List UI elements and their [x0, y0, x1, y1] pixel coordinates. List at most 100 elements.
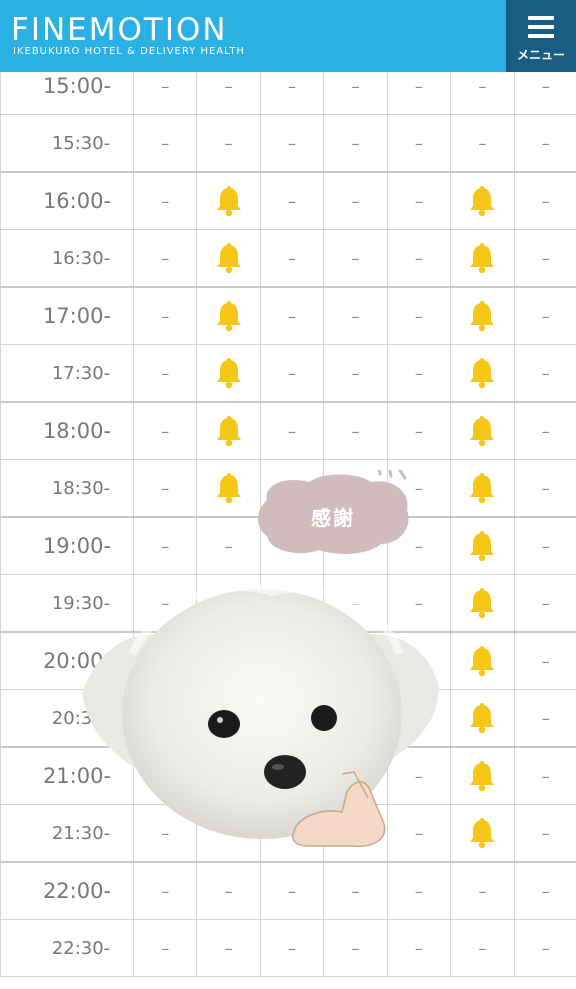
site-logo-subtitle: IKEBUKURO HOTEL & DELIVERY HEALTH [13, 46, 245, 57]
available-slot[interactable] [196, 459, 261, 518]
empty-mark: – [478, 938, 487, 958]
bell-icon [470, 646, 495, 677]
available-slot[interactable] [196, 344, 261, 403]
empty-slot: – [513, 344, 576, 403]
empty-slot: – [386, 171, 452, 230]
available-slot[interactable] [196, 171, 261, 230]
available-slot[interactable] [450, 804, 515, 863]
empty-slot: – [323, 229, 388, 288]
empty-slot: – [323, 919, 388, 977]
empty-slot: – [513, 229, 576, 288]
empty-mark: – [414, 363, 423, 383]
empty-mark: – [541, 593, 550, 613]
empty-mark: – [351, 363, 360, 383]
site-logo[interactable]: FINEMOTION [11, 13, 228, 47]
empty-mark: – [224, 76, 233, 96]
empty-mark: – [541, 478, 550, 498]
empty-slot: – [132, 114, 198, 173]
empty-mark: – [161, 881, 170, 901]
time-label: 22:30- [0, 919, 134, 977]
bell-icon [216, 301, 241, 332]
empty-slot: – [386, 919, 452, 977]
available-slot[interactable] [450, 401, 515, 460]
empty-slot: – [513, 171, 576, 230]
time-label: 18:00- [0, 401, 134, 460]
empty-slot: – [196, 919, 261, 977]
empty-mark: – [414, 478, 423, 498]
thanks-sticker: 感謝 [253, 462, 413, 558]
bell-icon [470, 473, 495, 504]
schedule-row: 16:30- – – – – – [0, 229, 576, 288]
schedule-row: 17:30- – – – – – [0, 344, 576, 403]
empty-slot: – [323, 344, 388, 403]
bell-icon [470, 358, 495, 389]
available-slot[interactable] [196, 229, 261, 288]
bell-icon [470, 416, 495, 447]
site-header: FINEMOTION IKEBUKURO HOTEL & DELIVERY HE… [0, 0, 576, 72]
empty-mark: – [288, 248, 297, 268]
bell-icon [470, 818, 495, 849]
empty-mark: – [541, 766, 550, 786]
empty-slot: – [259, 401, 325, 460]
empty-slot: – [132, 229, 198, 288]
empty-mark: – [414, 306, 423, 326]
time-label: 22:00- [0, 861, 134, 920]
available-slot[interactable] [450, 516, 515, 575]
empty-slot: – [386, 861, 452, 920]
empty-mark: – [351, 421, 360, 441]
available-slot[interactable] [450, 171, 515, 230]
empty-slot: – [513, 574, 576, 633]
bell-icon [470, 531, 495, 562]
empty-mark: – [161, 478, 170, 498]
available-slot[interactable] [450, 746, 515, 805]
bell-icon [470, 186, 495, 217]
empty-mark: – [161, 133, 170, 153]
available-slot[interactable] [450, 631, 515, 690]
bell-icon [470, 761, 495, 792]
empty-mark: – [478, 881, 487, 901]
empty-mark: – [161, 938, 170, 958]
empty-slot: – [259, 229, 325, 288]
time-label: 17:30- [0, 344, 134, 403]
empty-slot: – [132, 459, 198, 518]
empty-slot: – [196, 516, 261, 575]
empty-slot: – [450, 114, 515, 173]
empty-slot: – [323, 861, 388, 920]
empty-mark: – [414, 421, 423, 441]
time-label: 19:00- [0, 516, 134, 575]
schedule-row: 22:00- – – – – – – – [0, 861, 576, 920]
empty-mark: – [541, 191, 550, 211]
empty-slot: – [513, 401, 576, 460]
empty-mark: – [288, 133, 297, 153]
schedule-row: 17:00- – – – – – [0, 286, 576, 345]
available-slot[interactable] [450, 459, 515, 518]
empty-slot: – [386, 344, 452, 403]
bell-icon [470, 588, 495, 619]
empty-mark: – [351, 76, 360, 96]
empty-slot: – [513, 861, 576, 920]
time-label: 18:30- [0, 459, 134, 518]
empty-slot: – [259, 114, 325, 173]
empty-slot: – [386, 114, 452, 173]
bell-icon [470, 703, 495, 734]
empty-slot: – [323, 286, 388, 345]
bell-icon [216, 473, 241, 504]
empty-slot: – [196, 114, 261, 173]
bell-icon [470, 301, 495, 332]
empty-mark: – [414, 248, 423, 268]
available-slot[interactable] [450, 344, 515, 403]
menu-button[interactable]: メニュー [506, 0, 576, 72]
thanks-text: 感謝 [311, 506, 355, 530]
available-slot[interactable] [196, 286, 261, 345]
available-slot[interactable] [450, 229, 515, 288]
available-slot[interactable] [450, 689, 515, 748]
empty-slot: – [450, 919, 515, 977]
empty-mark: – [541, 938, 550, 958]
empty-mark: – [288, 306, 297, 326]
empty-mark: – [541, 306, 550, 326]
available-slot[interactable] [196, 401, 261, 460]
time-label: 17:00- [0, 286, 134, 345]
empty-mark: – [288, 191, 297, 211]
available-slot[interactable] [450, 574, 515, 633]
available-slot[interactable] [450, 286, 515, 345]
